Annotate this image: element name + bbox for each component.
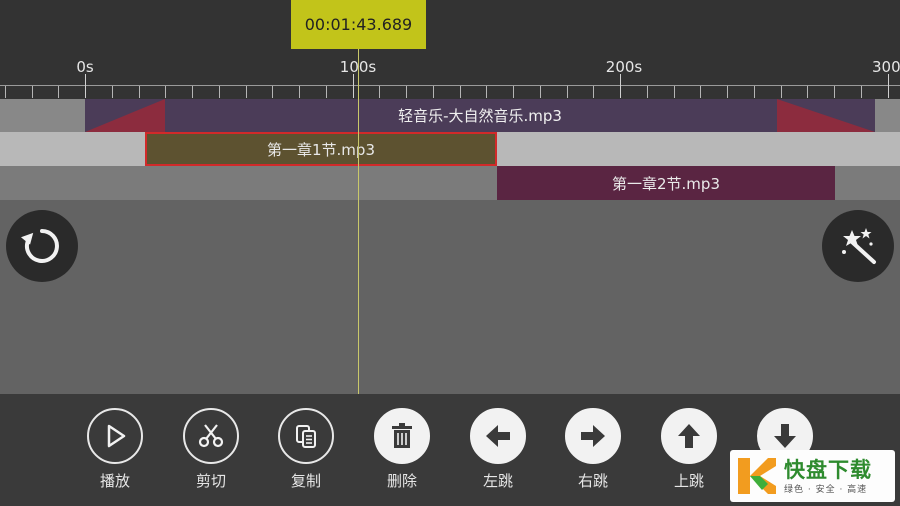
scissors-icon	[183, 408, 239, 464]
clip-background-music[interactable]: 轻音乐-大自然音乐.mp3	[85, 99, 875, 132]
cut-label: 剪切	[195, 472, 226, 490]
watermark-title: 快盘下载	[784, 457, 872, 482]
current-time-badge: 00:01:43.689	[291, 0, 426, 49]
ruler-baseline	[0, 85, 900, 86]
ruler-tick	[460, 86, 461, 98]
play-button[interactable]: 播放	[80, 408, 150, 491]
ruler-label-0s: 0s	[76, 58, 94, 76]
jump-left-label: 左跳	[482, 472, 513, 490]
ruler-label-200s: 200s	[605, 58, 643, 76]
ruler-tick	[5, 86, 6, 98]
ruler-tick	[754, 86, 755, 98]
track-2[interactable]: 第一章1节.mp3	[0, 132, 900, 166]
ruler-tick	[540, 86, 541, 98]
ruler-tick	[620, 74, 621, 98]
ruler-tick	[727, 86, 728, 98]
ruler-tick	[513, 86, 514, 98]
clip-label: 第一章2节.mp3	[612, 174, 720, 193]
cut-button[interactable]: 剪切	[176, 408, 246, 491]
ruler-tick	[32, 86, 33, 98]
ruler-tick	[379, 86, 380, 98]
ruler-tick	[112, 86, 113, 98]
ruler-tick	[406, 86, 407, 98]
copy-icon	[278, 408, 334, 464]
watermark-subtitle: 绿色 · 安全 · 高速	[784, 484, 868, 495]
clip-chapter-2[interactable]: 第一章2节.mp3	[497, 166, 835, 200]
jump-left-button[interactable]: 左跳	[463, 408, 533, 491]
ruler-tick	[781, 86, 782, 98]
arrow-right-icon	[565, 408, 621, 464]
ruler-tick	[807, 86, 808, 98]
ruler-tick	[567, 86, 568, 98]
ruler-tick	[272, 86, 273, 98]
ruler-tick	[888, 74, 889, 98]
undo-button[interactable]	[6, 210, 78, 282]
clip-label: 轻音乐-大自然音乐.mp3	[398, 107, 562, 125]
ruler-tick	[192, 86, 193, 98]
ruler-tick	[647, 86, 648, 98]
ruler-tick	[834, 86, 835, 98]
ruler-tick	[674, 86, 675, 98]
ruler-tick	[861, 86, 862, 98]
timeline-ruler[interactable]: 0s 100s 200s 300s	[0, 0, 900, 100]
ruler-tick	[246, 86, 247, 98]
trash-icon	[374, 408, 430, 464]
ruler-tick	[326, 86, 327, 98]
move-up-button[interactable]: 上跳	[654, 408, 724, 491]
arrow-left-icon	[470, 408, 526, 464]
ruler-tick	[85, 74, 86, 98]
play-icon	[87, 408, 143, 464]
play-label: 播放	[99, 472, 130, 490]
ruler-tick	[299, 86, 300, 98]
jump-right-label: 右跳	[577, 472, 608, 490]
ruler-label-300s: 300s	[872, 58, 900, 76]
arrow-up-icon	[661, 408, 717, 464]
ruler-tick	[58, 86, 59, 98]
magic-wand-icon	[842, 228, 876, 264]
ruler-tick	[139, 86, 140, 98]
ruler-tick	[700, 86, 701, 98]
watermark-logo: 快盘下载 绿色 · 安全 · 高速	[730, 450, 895, 502]
copy-label: 复制	[290, 472, 321, 490]
delete-label: 删除	[386, 472, 417, 490]
watermark-k-icon	[736, 456, 778, 496]
jump-right-button[interactable]: 右跳	[558, 408, 628, 491]
track-1[interactable]: 轻音乐-大自然音乐.mp3	[0, 99, 900, 132]
magic-effects-button[interactable]	[822, 210, 894, 282]
ruler-tick	[219, 86, 220, 98]
ruler-tick	[486, 86, 487, 98]
track-3[interactable]: 第一章2节.mp3	[0, 166, 900, 200]
track-workspace[interactable]	[0, 200, 900, 394]
ruler-tick	[433, 86, 434, 98]
delete-button[interactable]: 删除	[367, 408, 437, 491]
ruler-tick	[165, 86, 166, 98]
move-up-label: 上跳	[673, 472, 704, 490]
clip-chapter-1-selected[interactable]: 第一章1节.mp3	[145, 132, 497, 166]
ruler-tick	[593, 86, 594, 98]
ruler-tick	[353, 74, 354, 98]
copy-button[interactable]: 复制	[271, 408, 341, 491]
undo-icon	[20, 229, 59, 263]
playhead-line[interactable]	[358, 49, 359, 394]
